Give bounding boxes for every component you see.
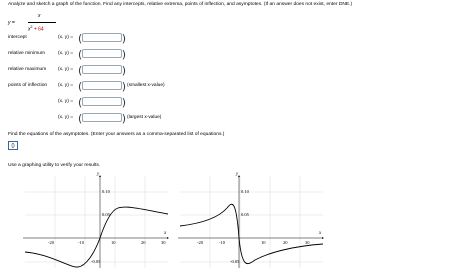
right-paren-icon: ) xyxy=(121,80,126,93)
x-tick-label: -20 xyxy=(197,240,204,245)
x-axis-label: x xyxy=(318,231,322,236)
asymptotes-prompt: Find the equations of the asymptotes. (E… xyxy=(8,132,225,137)
inflection-point-2-input[interactable]: () xyxy=(78,96,126,109)
x-tick-label: -10 xyxy=(219,240,226,245)
relative-maximum-input[interactable]: () xyxy=(78,64,126,77)
x-tick-label: 30 xyxy=(161,240,166,245)
coord-label: (x, y) = xyxy=(58,67,74,72)
coord-label: (x, y) = xyxy=(58,51,74,56)
row-label-points-of-inflection: points of inflection xyxy=(8,83,48,88)
right-paren-icon: ) xyxy=(121,48,126,61)
x-tick-label: 10 xyxy=(111,240,116,245)
row-label-relative-minimum: relative minimum xyxy=(8,51,45,56)
coord-label: (x, y) = xyxy=(58,35,74,40)
intercept-input[interactable]: () xyxy=(78,32,126,45)
graph-option-1[interactable]: y x 0.10 0.05 -0.05 -20 -10 10 20 30 xyxy=(20,168,170,268)
left-paren-icon: ( xyxy=(78,64,83,77)
y-tick-label: 0.10 xyxy=(102,189,111,194)
left-paren-icon: ( xyxy=(78,112,83,125)
y-tick-label: -0.05 xyxy=(230,259,240,264)
largest-x-note: (largest x-value) xyxy=(127,115,162,120)
x-tick-label: 20 xyxy=(141,240,146,245)
x-tick-label: -10 xyxy=(78,240,85,245)
inflection-point-1-input[interactable]: () xyxy=(78,80,126,93)
y-tick-label: 0.10 xyxy=(241,189,250,194)
x-tick-label: 20 xyxy=(283,240,288,245)
equation-fraction: x x2 + 64 xyxy=(25,11,59,35)
x-axis-label: x xyxy=(163,231,167,236)
equation-denominator: x2 + 64 xyxy=(28,25,44,33)
denominator-exponent: 2 xyxy=(30,25,33,29)
equation-lhs: y = xyxy=(8,20,15,26)
left-paren-icon: ( xyxy=(78,32,83,45)
y-axis-label: y xyxy=(235,172,239,177)
right-paren-icon: ) xyxy=(121,112,126,125)
graph-option-2[interactable]: y x 0.10 0.05 -0.05 -20 -10 10 20 30 xyxy=(175,168,325,268)
coord-label: (x, y) = xyxy=(58,83,74,88)
right-paren-icon: ) xyxy=(121,96,126,109)
equation-numerator: x xyxy=(38,13,41,19)
asymptotes-input[interactable]: () xyxy=(8,141,18,150)
smallest-x-note: (smallest x-value) xyxy=(127,83,165,88)
left-paren-icon: ( xyxy=(78,80,83,93)
fraction-bar xyxy=(28,22,56,23)
function-equation: y = x x2 + 64 xyxy=(8,11,68,35)
coord-label: (x, y) = xyxy=(58,115,74,120)
question-prompt: Analyze and sketch a graph of the functi… xyxy=(8,2,353,7)
y-tick-label: -0.05 xyxy=(91,259,101,264)
left-paren-icon: ( xyxy=(78,48,83,61)
function-curve xyxy=(179,203,324,265)
relative-minimum-input[interactable]: () xyxy=(78,48,126,61)
row-label-intercept: intercept xyxy=(8,35,27,40)
coord-label: (x, y) = xyxy=(58,99,74,104)
inflection-point-3-input[interactable]: () xyxy=(78,112,126,125)
x-tick-label: 10 xyxy=(261,240,266,245)
gridlines xyxy=(25,176,168,268)
x-tick-label: 30 xyxy=(305,240,310,245)
right-paren-icon: ) xyxy=(121,64,126,77)
denominator-constant: + 64 xyxy=(33,26,44,33)
right-paren-icon: ) xyxy=(121,32,126,45)
y-axis-label: y xyxy=(96,172,100,177)
left-paren-icon: ( xyxy=(78,96,83,109)
y-tick-label: 0.05 xyxy=(241,212,250,217)
row-label-relative-maximum: relative maximum xyxy=(8,67,47,72)
x-tick-label: -20 xyxy=(48,240,55,245)
